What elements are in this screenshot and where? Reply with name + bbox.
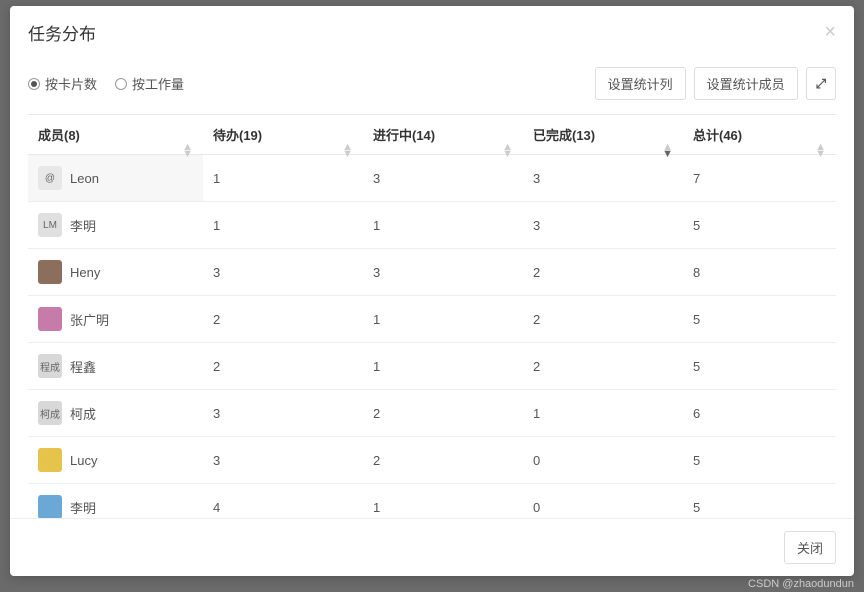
- radio-label: 按卡片数: [45, 74, 97, 93]
- column-header-doing[interactable]: 进行中(14) ▲▼: [363, 115, 523, 155]
- cell-doing: 1: [363, 202, 523, 249]
- table-row: 李明 4 1 0 5: [28, 484, 836, 519]
- avatar: [38, 260, 62, 284]
- radio-by-cards[interactable]: 按卡片数: [28, 74, 97, 93]
- task-distribution-modal: 任务分布 × 按卡片数 按工作量 设置统计列 设置统计成员 ⤢: [10, 6, 854, 576]
- close-button[interactable]: 关闭: [784, 531, 836, 564]
- modal-title: 任务分布: [28, 20, 96, 45]
- avatar: 柯成: [38, 401, 62, 425]
- table-row: Heny 3 3 2 8: [28, 249, 836, 296]
- cell-done: 2: [523, 296, 683, 343]
- table-header-row: 成员(8) ▲▼ 待办(19) ▲▼ 进行中(14) ▲▼ 已完成(13) ▲▼: [28, 115, 836, 155]
- toolbar: 按卡片数 按工作量 设置统计列 设置统计成员 ⤢: [28, 55, 836, 114]
- table-row: LM 李明 1 1 3 5: [28, 202, 836, 249]
- radio-by-workload[interactable]: 按工作量: [115, 74, 184, 93]
- cell-total: 5: [683, 437, 836, 484]
- column-header-done[interactable]: 已完成(13) ▲▼: [523, 115, 683, 155]
- avatar: 程成: [38, 354, 62, 378]
- cell-member: 柯成 柯成: [28, 390, 203, 437]
- cell-done: 3: [523, 155, 683, 202]
- cell-doing: 3: [363, 155, 523, 202]
- avatar: [38, 307, 62, 331]
- close-icon[interactable]: ×: [824, 21, 836, 44]
- sort-icon: ▲▼: [342, 144, 353, 158]
- cell-doing: 1: [363, 296, 523, 343]
- toolbar-actions: 设置统计列 设置统计成员 ⤢: [595, 67, 836, 100]
- cell-todo: 2: [203, 296, 363, 343]
- table-row: @ Leon 1 3 3 7: [28, 155, 836, 202]
- cell-member: Heny: [28, 249, 203, 296]
- cell-doing: 2: [363, 390, 523, 437]
- cell-total: 5: [683, 202, 836, 249]
- cell-done: 0: [523, 484, 683, 519]
- member-name: 柯成: [70, 404, 96, 423]
- cell-todo: 1: [203, 202, 363, 249]
- avatar: LM: [38, 213, 62, 237]
- member-name: 张广明: [70, 310, 109, 329]
- cell-todo: 2: [203, 343, 363, 390]
- cell-total: 6: [683, 390, 836, 437]
- cell-done: 2: [523, 343, 683, 390]
- table-row: Lucy 3 2 0 5: [28, 437, 836, 484]
- set-members-button[interactable]: 设置统计成员: [694, 67, 798, 100]
- cell-total: 5: [683, 296, 836, 343]
- sort-icon: ▲▼: [502, 144, 513, 158]
- cell-doing: 3: [363, 249, 523, 296]
- radio-label: 按工作量: [132, 74, 184, 93]
- sort-icon: ▲▼: [815, 144, 826, 158]
- modal-footer: 关闭: [10, 518, 854, 576]
- watermark: CSDN @zhaodundun: [748, 578, 854, 590]
- cell-member: 程成 程鑫: [28, 343, 203, 390]
- column-header-total[interactable]: 总计(46) ▲▼: [683, 115, 836, 155]
- column-header-todo[interactable]: 待办(19) ▲▼: [203, 115, 363, 155]
- cell-todo: 4: [203, 484, 363, 519]
- member-name: 李明: [70, 216, 96, 235]
- radio-dot-icon: [115, 78, 127, 90]
- cell-todo: 3: [203, 390, 363, 437]
- cell-total: 8: [683, 249, 836, 296]
- modal-body: 按卡片数 按工作量 设置统计列 设置统计成员 ⤢ 成员(8): [10, 55, 854, 518]
- cell-todo: 1: [203, 155, 363, 202]
- cell-member: @ Leon: [28, 155, 203, 202]
- table-row: 柯成 柯成 3 2 1 6: [28, 390, 836, 437]
- expand-button[interactable]: ⤢: [806, 67, 836, 100]
- cell-todo: 3: [203, 437, 363, 484]
- sort-icon: ▲▼: [662, 144, 673, 158]
- member-name: Lucy: [70, 453, 97, 468]
- avatar: [38, 495, 62, 518]
- task-table: 成员(8) ▲▼ 待办(19) ▲▼ 进行中(14) ▲▼ 已完成(13) ▲▼: [28, 114, 836, 518]
- cell-total: 5: [683, 484, 836, 519]
- cell-done: 1: [523, 390, 683, 437]
- column-header-member[interactable]: 成员(8) ▲▼: [28, 115, 203, 155]
- cell-member: Lucy: [28, 437, 203, 484]
- member-name: Leon: [70, 171, 99, 186]
- modal-header: 任务分布 ×: [10, 6, 854, 55]
- cell-doing: 2: [363, 437, 523, 484]
- cell-done: 2: [523, 249, 683, 296]
- radio-dot-icon: [28, 78, 40, 90]
- cell-done: 3: [523, 202, 683, 249]
- cell-member: LM 李明: [28, 202, 203, 249]
- table-row: 程成 程鑫 2 1 2 5: [28, 343, 836, 390]
- table-row: 张广明 2 1 2 5: [28, 296, 836, 343]
- cell-total: 7: [683, 155, 836, 202]
- cell-member: 张广明: [28, 296, 203, 343]
- member-name: 李明: [70, 498, 96, 517]
- member-name: 程鑫: [70, 357, 96, 376]
- cell-todo: 3: [203, 249, 363, 296]
- view-mode-radio-group: 按卡片数 按工作量: [28, 74, 184, 93]
- cell-total: 5: [683, 343, 836, 390]
- member-name: Heny: [70, 265, 100, 280]
- avatar: [38, 448, 62, 472]
- cell-done: 0: [523, 437, 683, 484]
- avatar: @: [38, 166, 62, 190]
- cell-doing: 1: [363, 484, 523, 519]
- cell-doing: 1: [363, 343, 523, 390]
- expand-icon: ⤢: [816, 76, 826, 91]
- sort-icon: ▲▼: [182, 144, 193, 158]
- cell-member: 李明: [28, 484, 203, 519]
- set-columns-button[interactable]: 设置统计列: [595, 67, 686, 100]
